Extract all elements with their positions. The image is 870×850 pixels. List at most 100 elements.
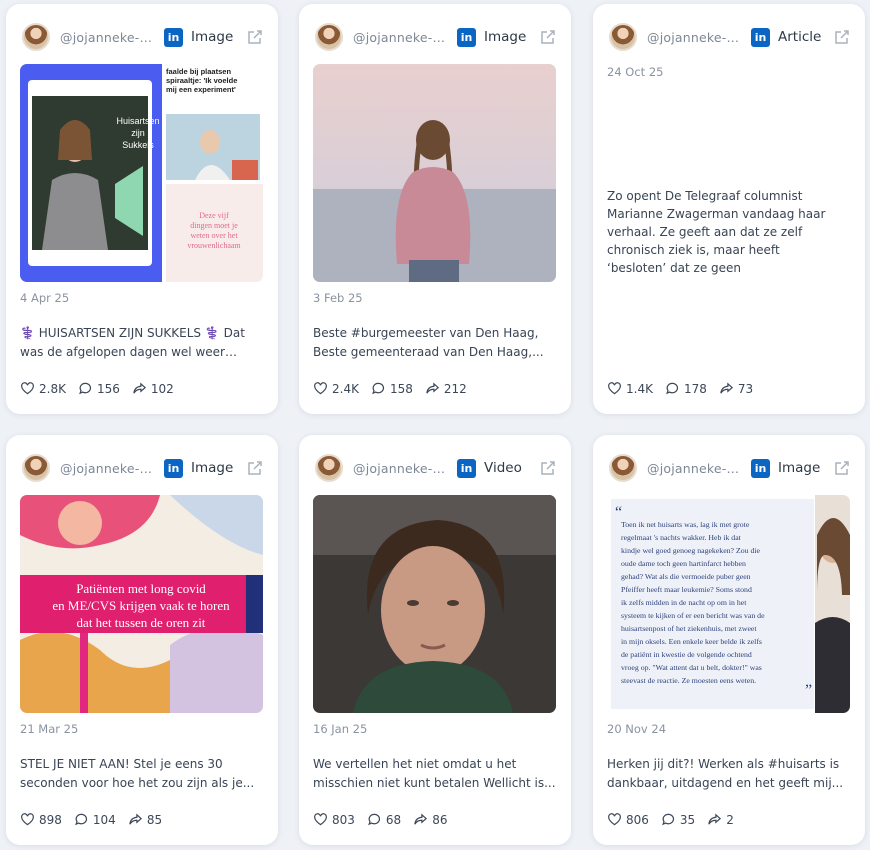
- author-handle[interactable]: @jojanneke-k...: [60, 30, 158, 45]
- comments-count: 156: [96, 381, 120, 396]
- engagement-stats: 803 68 86: [313, 812, 459, 827]
- banner-line: Patiënten met long covid: [76, 581, 206, 596]
- comments-count: 178: [683, 381, 707, 396]
- quote-line: ik zelfs midden in de nacht op om in het: [621, 598, 747, 607]
- shares-stat: 86: [413, 812, 447, 827]
- post-date: 20 Nov 24: [607, 722, 667, 736]
- quote-line: steevast de reactie. Ze moesten eens wet…: [621, 676, 756, 685]
- author-handle[interactable]: @jojanneke-k...: [353, 30, 451, 45]
- overlay-line: Huisartsen: [116, 116, 159, 126]
- comments-stat: 68: [367, 812, 401, 827]
- comments-count: 104: [92, 812, 116, 827]
- post-date: 3 Feb 25: [313, 291, 363, 305]
- overlay-line: zijn: [131, 128, 145, 138]
- likes-stat: 806: [607, 812, 649, 827]
- post-card[interactable]: @jojanneke-k... in Image “ ” Toen ik net…: [593, 435, 865, 845]
- post-video-thumbnail[interactable]: [313, 495, 556, 713]
- avatar[interactable]: [609, 454, 637, 482]
- quote-line: systeem te kijken of er een bericht was …: [621, 611, 765, 620]
- external-link-icon[interactable]: [833, 459, 851, 477]
- shares-count: 212: [443, 381, 467, 396]
- overlay-line: Sukkels: [122, 140, 154, 150]
- author-handle[interactable]: @jojanneke-k...: [647, 461, 745, 476]
- post-text[interactable]: Herken jij dit?! Werken als #huisarts is…: [607, 755, 851, 793]
- avatar[interactable]: [22, 23, 50, 51]
- comment-icon: [372, 382, 385, 395]
- post-text[interactable]: STEL JE NIET AAN! Stel je eens 30 second…: [20, 755, 264, 793]
- comments-count: 35: [679, 812, 696, 827]
- quote-line: Deze vijf: [199, 211, 229, 220]
- shares-stat: 212: [425, 381, 467, 396]
- avatar[interactable]: [315, 23, 343, 51]
- post-card[interactable]: @jojanneke-k... in Image Huisartsen zijn…: [6, 4, 278, 414]
- external-link-icon[interactable]: [539, 28, 557, 46]
- likes-count: 2.4K: [332, 381, 359, 396]
- shares-count: 86: [432, 812, 448, 827]
- quote-line: regelmaat 's nachts wakker. Heb ik dat: [621, 533, 742, 542]
- post-text[interactable]: ⚕️ HUISARTSEN ZIJN SUKKELS ⚕️ Dat was de…: [20, 324, 264, 362]
- likes-stat: 803: [313, 812, 355, 827]
- comments-count: 68: [385, 812, 402, 827]
- likes-stat: 2.4K: [313, 381, 359, 396]
- quote-line: oude dame toch geen hartinfarct hebben: [621, 559, 746, 568]
- author-handle[interactable]: @jojanneke-ka...: [353, 461, 451, 476]
- post-card[interactable]: @jojanneke-k... in Image 3 Feb 25 Beste …: [299, 4, 571, 414]
- likes-count: 1.4K: [626, 381, 653, 396]
- post-card[interactable]: @jojanneke-ka... in Video 16 Jan 25 We v…: [299, 435, 571, 845]
- engagement-stats: 2.4K 158 212: [313, 381, 479, 396]
- avatar[interactable]: [22, 454, 50, 482]
- post-text[interactable]: We vertellen het niet omdat u het missch…: [313, 755, 557, 793]
- post-type-label: Video: [484, 460, 522, 476]
- post-card[interactable]: @jojanneke-k... in Article 24 Oct 25 Zo …: [593, 4, 865, 414]
- external-link-icon[interactable]: [246, 28, 264, 46]
- heart-icon: [608, 382, 621, 395]
- heart-icon: [314, 382, 327, 395]
- external-link-icon[interactable]: [246, 459, 264, 477]
- shares-stat: 85: [128, 812, 162, 827]
- post-date: 24 Oct 25: [607, 65, 664, 79]
- likes-count: 898: [39, 812, 62, 827]
- comments-count: 158: [389, 381, 413, 396]
- post-image[interactable]: “ ” Toen ik net huisarts was, lag ik met…: [607, 495, 850, 713]
- post-image[interactable]: [313, 64, 556, 282]
- shares-stat: 2: [707, 812, 734, 827]
- heart-icon: [314, 813, 327, 826]
- comments-stat: 104: [74, 812, 116, 827]
- card-header: @jojanneke-k... in Image: [315, 21, 559, 53]
- quote-line: gehad? Wat als die vermoeide puber geen: [621, 572, 751, 581]
- quote-line: vroeg op. "Wat attent dat u belt, dokter…: [621, 663, 762, 672]
- card-header: @jojanneke-ka... in Video: [315, 452, 559, 484]
- author-handle[interactable]: @jojanneke-k...: [647, 30, 745, 45]
- external-link-icon[interactable]: [833, 28, 851, 46]
- comments-stat: 178: [665, 381, 707, 396]
- shares-count: 102: [150, 381, 174, 396]
- avatar[interactable]: [315, 454, 343, 482]
- comment-icon: [368, 813, 380, 826]
- post-text[interactable]: Beste #burgemeester van Den Haag, Beste …: [313, 324, 557, 362]
- post-text[interactable]: Zo opent De Telegraaf columnist Marianne…: [607, 187, 842, 277]
- post-image[interactable]: Huisartsen zijn Sukkels faalde bij plaat…: [20, 64, 263, 282]
- shares-stat: 102: [132, 381, 174, 396]
- heart-icon: [21, 382, 34, 395]
- post-image[interactable]: Patiënten met long covid en ME/CVS krijg…: [20, 495, 263, 713]
- quote-line: vrouwenlichaam: [187, 241, 241, 250]
- linkedin-icon: in: [164, 27, 183, 47]
- card-header: @jojanneke-k... in Image: [22, 452, 266, 484]
- post-card[interactable]: @jojanneke-k... in Image Patiënten met l…: [6, 435, 278, 845]
- author-handle[interactable]: @jojanneke-k...: [60, 461, 158, 476]
- share-icon: [129, 813, 142, 825]
- likes-count: 806: [626, 812, 649, 827]
- post-grid: @jojanneke-k... in Image Huisartsen zijn…: [0, 0, 870, 850]
- shares-count: 85: [146, 812, 163, 827]
- comment-icon: [75, 813, 87, 826]
- share-icon: [426, 382, 439, 394]
- quote-open-mark: “: [615, 504, 622, 521]
- banner-line: dat het tussen de oren zit: [77, 615, 206, 630]
- likes-count: 803: [332, 812, 355, 827]
- quote-line: weten over het: [190, 231, 238, 240]
- external-link-icon[interactable]: [539, 459, 557, 477]
- card-header: @jojanneke-k... in Article: [609, 21, 853, 53]
- card-header: @jojanneke-k... in Image: [22, 21, 266, 53]
- avatar[interactable]: [609, 23, 637, 51]
- post-date: 4 Apr 25: [20, 291, 70, 305]
